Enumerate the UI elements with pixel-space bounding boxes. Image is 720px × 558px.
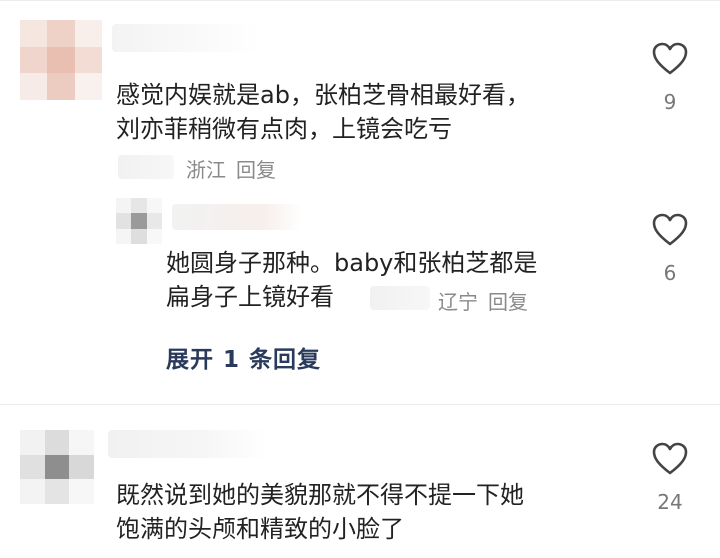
time-blurred (370, 286, 430, 310)
like-count: 6 (663, 261, 677, 285)
username-blurred[interactable] (172, 204, 302, 230)
comment-text-line: 感觉内娱就是ab，张柏芝骨相最好看， (116, 81, 530, 109)
comment-text-line: 她圆身子那种。baby和张柏芝都是 (166, 249, 538, 277)
time-blurred (118, 155, 174, 179)
expand-replies-button[interactable]: 展开 1 条回复 (166, 340, 321, 374)
username-blurred[interactable] (112, 24, 262, 52)
heart-outline-icon (652, 442, 688, 475)
heart-outline-icon (652, 213, 688, 246)
like-button[interactable]: 24 (650, 442, 690, 514)
comment-text: 既然说到她的美貌那就不得不提一下她 饱满的头颅和精致的小脸了 (116, 478, 524, 546)
avatar[interactable] (20, 20, 102, 100)
avatar[interactable] (20, 430, 94, 504)
avatar[interactable] (116, 198, 162, 244)
like-button[interactable]: 6 (650, 213, 690, 285)
reply-button[interactable]: 回复 (488, 290, 528, 314)
like-button[interactable]: 9 (650, 42, 690, 114)
top-divider (0, 0, 720, 1)
like-count: 24 (657, 490, 683, 514)
comment-divider (0, 404, 720, 405)
username-blurred[interactable] (108, 430, 268, 458)
comment-text: 感觉内娱就是ab，张柏芝骨相最好看， 刘亦菲稍微有点肉，上镜会吃亏 (116, 78, 530, 146)
comment-text-line: 既然说到她的美貌那就不得不提一下她 (116, 481, 524, 509)
heart-outline-icon (652, 42, 688, 75)
comment-meta: 辽宁 回复 (438, 286, 538, 315)
like-count: 9 (663, 90, 677, 114)
comment-text-line: 饱满的头颅和精致的小脸了 (116, 515, 404, 543)
comment-meta: 浙江 回复 (186, 154, 286, 183)
reply-button[interactable]: 回复 (236, 158, 276, 182)
comment-text-line: 刘亦菲稍微有点肉，上镜会吃亏 (116, 115, 452, 143)
location-label: 浙江 (186, 158, 226, 182)
location-label: 辽宁 (438, 290, 478, 314)
